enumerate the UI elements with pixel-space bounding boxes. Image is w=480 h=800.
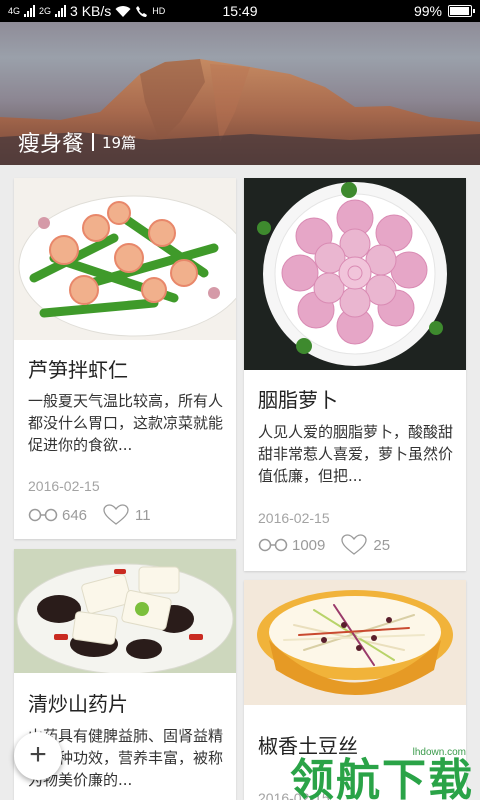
- header-banner: 瘦身餐 19篇: [0, 22, 480, 165]
- status-time: 15:49: [222, 3, 258, 19]
- title-divider: [92, 133, 95, 151]
- article-count: 19篇: [102, 133, 137, 152]
- battery-fill: [450, 7, 469, 15]
- recipe-stats: 1009 25: [258, 534, 390, 556]
- recipe-image: [14, 549, 236, 673]
- header-title-group: 瘦身餐 19篇: [18, 126, 136, 158]
- heart-icon[interactable]: [103, 504, 129, 526]
- like-count[interactable]: 25: [341, 534, 390, 556]
- view-count-value: 1009: [292, 536, 326, 554]
- watermark-text: 领航下载: [290, 755, 474, 800]
- recipe-image: [14, 178, 236, 340]
- plus-icon: +: [29, 738, 47, 771]
- glasses-icon: [28, 508, 58, 522]
- recipe-card[interactable]: 胭脂萝卜 人见人爱的胭脂萝卜，酸酸甜甜非常惹人喜爱，萝卜虽然价值低廉，但把...…: [244, 178, 466, 571]
- view-count: 1009: [258, 537, 325, 554]
- recipe-image: [244, 178, 466, 370]
- add-button[interactable]: +: [14, 732, 62, 780]
- heart-icon[interactable]: [341, 534, 368, 556]
- status-bar: 4G 2G 3 KB/s HD 15:49 99%: [0, 0, 480, 22]
- recipe-image: [244, 580, 466, 705]
- battery-percent: 99%: [413, 3, 442, 19]
- recipe-description: 人见人爱的胭脂萝卜，酸酸甜甜非常惹人喜爱，萝卜虽然价值低廉，但把...: [258, 423, 454, 485]
- glasses-icon: [258, 538, 288, 552]
- recipe-date: 2016-02-15: [28, 478, 100, 494]
- like-count-value: 25: [373, 536, 391, 554]
- recipe-stats: 646 11: [28, 504, 151, 526]
- recipe-card[interactable]: 芦笋拌虾仁 一般夏天气温比较高，所有人都没什么胃口，这款凉菜就能促进你的食欲..…: [14, 178, 236, 539]
- recipe-title: 清炒山药片: [28, 692, 128, 716]
- status-right: 99%: [413, 3, 475, 19]
- recipe-title: 胭脂萝卜: [258, 388, 338, 412]
- recipe-title: 芦笋拌虾仁: [28, 358, 128, 382]
- view-count: 646: [28, 507, 87, 524]
- battery-icon: [448, 5, 475, 17]
- like-count[interactable]: 11: [103, 504, 151, 526]
- page-title: 瘦身餐: [18, 132, 85, 157]
- recipe-description: 一般夏天气温比较高，所有人都没什么胃口，这款凉菜就能促进你的食欲...: [28, 392, 224, 454]
- like-count-value: 11: [135, 506, 151, 524]
- view-count-value: 646: [62, 506, 88, 524]
- recipe-date: 2016-02-15: [258, 510, 330, 526]
